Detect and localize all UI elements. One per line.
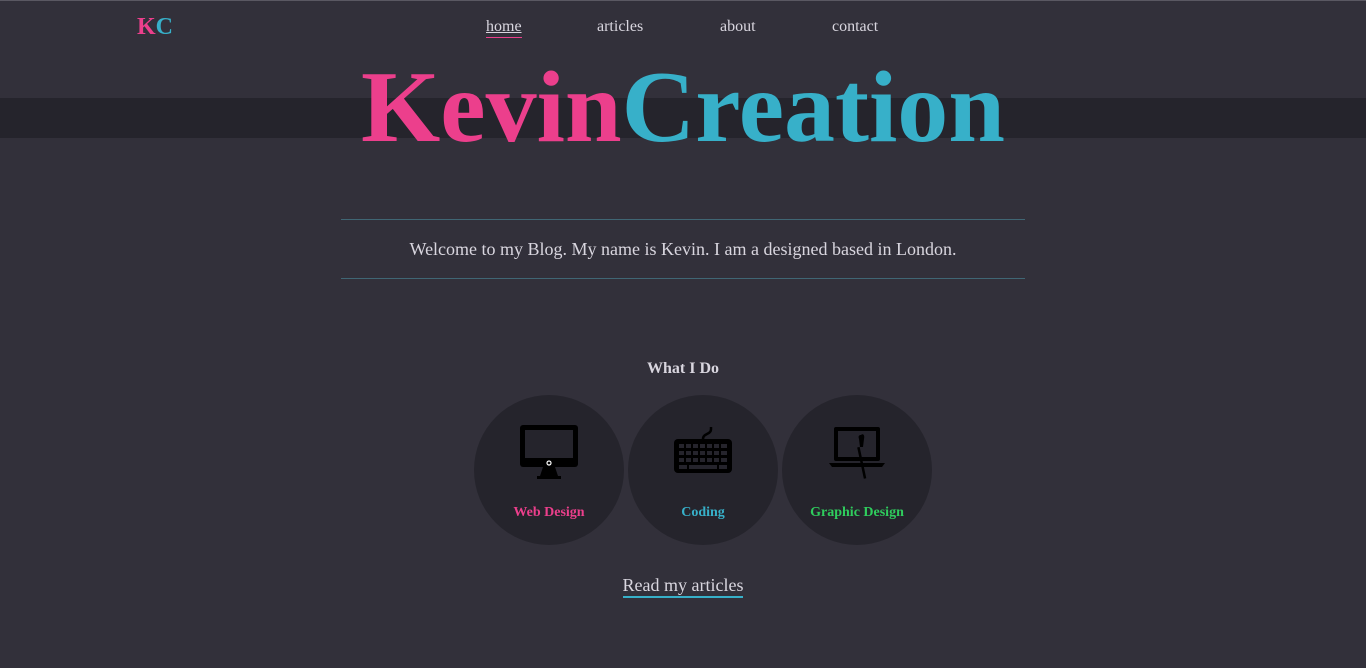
section-title-what-i-do: What I Do	[646, 360, 719, 377]
logo-letter-c: C	[155, 14, 174, 40]
monitor-icon	[520, 425, 578, 479]
service-label: Web Design	[513, 505, 585, 520]
hero-title-kevin: Kevin	[360, 51, 622, 164]
hero-title: KevinCreation	[0, 53, 1366, 163]
cta-wrapper: Read my articles	[0, 575, 1366, 598]
intro-text: Welcome to my Blog. My name is Kevin. I …	[341, 219, 1025, 279]
service-graphic-design[interactable]: Graphic Design	[782, 395, 932, 545]
service-coding[interactable]: Coding	[628, 395, 778, 545]
nav-articles[interactable]: articles	[597, 17, 643, 37]
logo-letter-k: K	[137, 14, 156, 40]
service-web-design[interactable]: Web Design	[474, 395, 624, 545]
service-label: Graphic Design	[810, 505, 904, 520]
nav-about[interactable]: about	[720, 17, 756, 37]
laptop-brush-icon	[829, 427, 885, 479]
hero-title-creation: Creation	[621, 51, 1006, 164]
read-articles-link[interactable]: Read my articles	[622, 575, 744, 598]
logo[interactable]: KC	[137, 14, 173, 41]
nav-contact[interactable]: contact	[832, 17, 878, 37]
keyboard-icon	[674, 427, 732, 473]
service-label: Coding	[681, 505, 725, 520]
nav-home[interactable]: home	[486, 17, 522, 38]
page: KC home articles about contact KevinCrea…	[0, 0, 1366, 668]
